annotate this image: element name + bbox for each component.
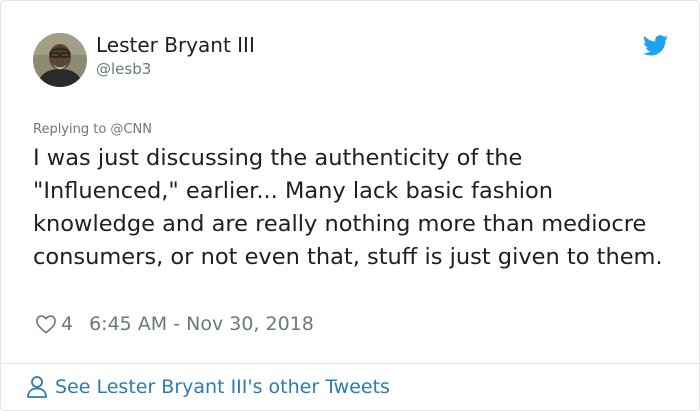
heart-icon[interactable] <box>35 314 57 334</box>
replying-to[interactable]: Replying to @CNN <box>33 122 152 137</box>
tweet-meta: 4 6:45 AM - Nov 30, 2018 <box>35 312 314 336</box>
twitter-bird-icon[interactable] <box>643 35 668 56</box>
author-name[interactable]: Lester Bryant III <box>96 33 255 57</box>
tweet-text: I was just discussing the authenticity o… <box>33 145 663 270</box>
author-handle[interactable]: @lesb3 <box>96 60 151 78</box>
avatar-image <box>33 33 87 87</box>
avatar[interactable] <box>33 33 87 87</box>
like-count[interactable]: 4 <box>61 313 73 335</box>
see-other-tweets-label: See Lester Bryant III's other Tweets <box>55 376 390 398</box>
divider <box>1 363 699 364</box>
tweet-timestamp[interactable]: 6:45 AM - Nov 30, 2018 <box>89 313 314 335</box>
person-icon <box>27 376 47 398</box>
embedded-tweet-card: Lester Bryant III @lesb3 Replying to @CN… <box>0 0 700 411</box>
see-other-tweets-link[interactable]: See Lester Bryant III's other Tweets <box>26 374 390 400</box>
